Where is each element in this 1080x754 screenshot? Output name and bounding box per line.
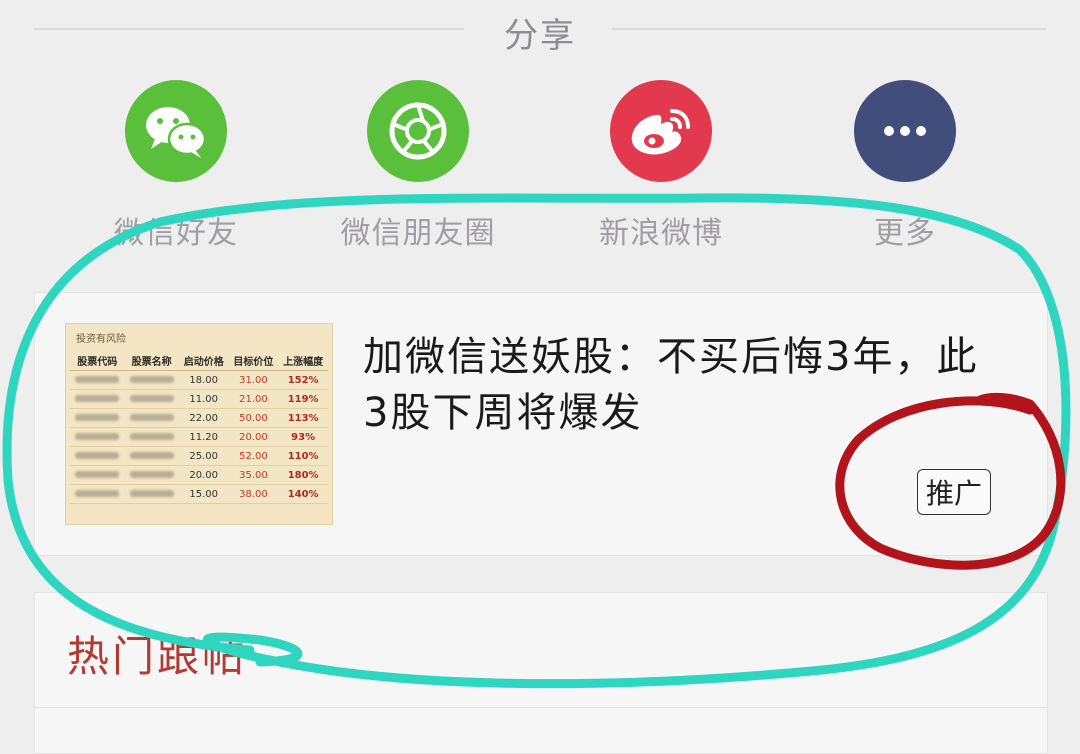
hot-comments-title: 热门跟帖	[67, 632, 248, 681]
thumb-target-price: 21.00	[228, 389, 279, 409]
share-more-button[interactable]: 更多	[810, 80, 1000, 252]
thumb-header: 启动价格	[178, 351, 229, 371]
thumb-row: 25.00 52.00 110%	[70, 446, 328, 466]
thumb-rise: 93%	[278, 427, 328, 447]
share-label-more: 更多	[874, 216, 936, 251]
thumb-header: 目标价位	[228, 351, 279, 371]
thumb-name-blurred	[124, 465, 179, 485]
thumb-name-blurred	[124, 370, 179, 390]
ad-thumbnail-image: 投资有风险 股票代码 股票名称 启动价格 目标价位 上涨幅度 18.00 31.0…	[65, 323, 333, 525]
thumb-row: 20.00 35.00 180%	[70, 465, 328, 485]
share-divider-left	[34, 28, 464, 30]
promoted-badge: 推广	[917, 469, 992, 515]
thumb-rise: 113%	[278, 408, 328, 428]
share-label-weibo: 新浪微博	[599, 216, 723, 251]
thumb-start-price: 22.00	[178, 408, 229, 428]
more-icon	[854, 80, 956, 182]
thumb-target-price: 35.00	[228, 465, 279, 485]
thumb-name-blurred	[124, 427, 179, 447]
ad-title[interactable]: 加微信送妖股：不买后悔3年，此3股下周将爆发	[363, 329, 983, 441]
hot-comments-divider	[35, 707, 1047, 708]
share-divider-right	[612, 28, 1046, 30]
thumb-target-price: 38.00	[228, 484, 279, 504]
thumb-code-blurred	[70, 465, 125, 485]
thumb-start-price: 11.00	[178, 389, 229, 409]
thumb-code-blurred	[70, 446, 125, 466]
thumb-rise: 110%	[278, 446, 328, 466]
thumb-start-price: 11.20	[178, 427, 229, 447]
weibo-icon	[610, 80, 712, 182]
thumb-start-price: 15.00	[178, 484, 229, 504]
share-weibo-button[interactable]: 新浪微博	[566, 80, 756, 252]
thumbnail-stock-table: 股票代码 股票名称 启动价格 目标价位 上涨幅度 18.00 31.00 152% 1…	[70, 351, 328, 504]
thumb-name-blurred	[124, 484, 179, 504]
thumb-target-price: 52.00	[228, 446, 279, 466]
share-wechat-moments-button[interactable]: 微信朋友圈	[323, 80, 513, 252]
thumb-header: 上涨幅度	[278, 351, 328, 371]
thumb-code-blurred	[70, 484, 125, 504]
thumb-name-blurred	[124, 408, 179, 428]
share-wechat-friend-button[interactable]: 微信好友	[81, 80, 271, 252]
promoted-ad-card[interactable]: 投资有风险 股票代码 股票名称 启动价格 目标价位 上涨幅度 18.00 31.0…	[34, 292, 1048, 556]
share-label-wechat-friend: 微信好友	[114, 216, 238, 251]
thumb-start-price: 25.00	[178, 446, 229, 466]
thumb-rise: 140%	[278, 484, 328, 504]
wechat-icon	[125, 80, 227, 182]
thumb-start-price: 20.00	[178, 465, 229, 485]
thumb-target-price: 31.00	[228, 370, 279, 390]
thumb-row: 18.00 31.00 152%	[70, 370, 328, 390]
thumb-code-blurred	[70, 408, 125, 428]
thumb-code-blurred	[70, 389, 125, 409]
thumb-rise: 119%	[278, 389, 328, 409]
thumb-row: 22.00 50.00 113%	[70, 408, 328, 428]
thumb-name-blurred	[124, 389, 179, 409]
hot-comments-section: 热门跟帖	[34, 592, 1048, 754]
thumb-rise: 152%	[278, 370, 328, 390]
share-header: 分享	[0, 0, 1080, 62]
share-label-wechat-moments: 微信朋友圈	[340, 216, 496, 251]
moments-icon	[367, 80, 469, 182]
thumb-start-price: 18.00	[178, 370, 229, 390]
thumb-code-blurred	[70, 370, 125, 390]
thumb-row: 15.00 38.00 140%	[70, 484, 328, 504]
thumb-target-price: 20.00	[228, 427, 279, 447]
thumb-code-blurred	[70, 427, 125, 447]
thumb-header: 股票代码	[70, 351, 125, 371]
thumb-rise: 180%	[278, 465, 328, 485]
thumb-name-blurred	[124, 446, 179, 466]
share-title: 分享	[504, 16, 576, 56]
thumb-header: 股票名称	[124, 351, 179, 371]
thumb-target-price: 50.00	[228, 408, 279, 428]
thumb-row: 11.20 20.00 93%	[70, 427, 328, 447]
thumbnail-caption: 投资有风险	[76, 334, 126, 345]
thumb-row: 11.00 21.00 119%	[70, 389, 328, 409]
